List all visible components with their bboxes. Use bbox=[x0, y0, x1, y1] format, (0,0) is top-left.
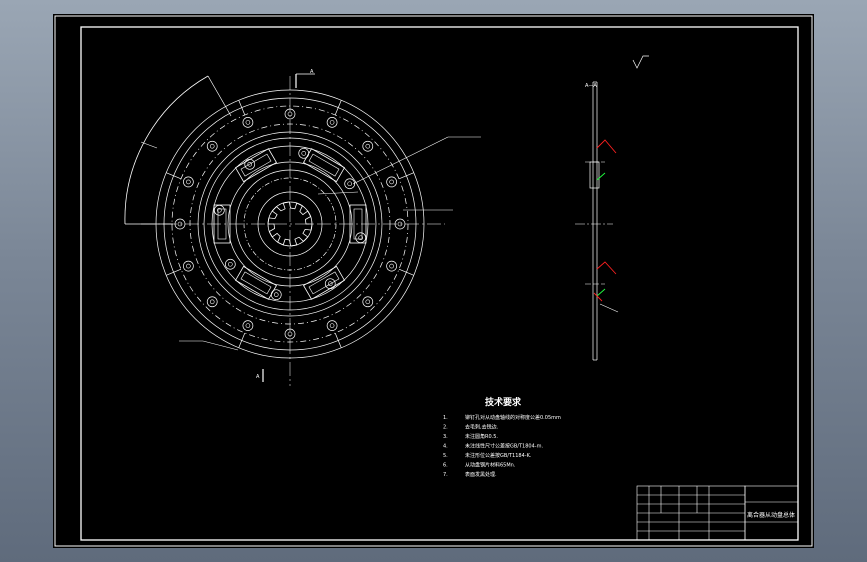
surface-finish-symbol bbox=[632, 55, 649, 69]
rivet-hole bbox=[326, 320, 338, 331]
rivet-hole bbox=[355, 232, 367, 244]
tech-item-number: 1. bbox=[443, 415, 448, 421]
section-view-title: A—A bbox=[585, 83, 597, 89]
rivet-hole-inner bbox=[273, 292, 279, 297]
rivet-hole-inner bbox=[245, 120, 251, 125]
rivet-hole bbox=[183, 176, 194, 188]
rivet-hole-inner bbox=[347, 181, 352, 187]
radial-slot bbox=[398, 172, 414, 180]
tech-requirements-title: 技术要求 bbox=[485, 396, 522, 408]
radial-slot bbox=[398, 268, 414, 276]
rivet-hole-inner bbox=[186, 179, 191, 185]
rivet-hole bbox=[224, 258, 236, 270]
rivet-hole-inner bbox=[209, 143, 215, 149]
rivet-hole bbox=[326, 117, 338, 128]
title-block-left bbox=[636, 485, 746, 541]
radial-slot bbox=[238, 332, 246, 348]
rivet-hole bbox=[386, 176, 397, 188]
rivet-hole bbox=[362, 296, 374, 308]
tech-item-text: 铆钉孔对从动盘轴线的对称度公差0.05mm bbox=[465, 414, 561, 421]
tech-item-text: 表面发黑处理. bbox=[465, 471, 497, 478]
tech-item-text: 去毛刺,去锐边. bbox=[465, 424, 499, 431]
section-marker-label-bottom: A bbox=[256, 374, 260, 380]
rivet-hole-inner bbox=[389, 179, 394, 185]
drawing-canvas: A A A—A 技术要求 1. 铆钉孔对从动盘轴线的对称度公差0.05mm 2. 去毛… bbox=[54, 15, 813, 547]
rivet-hole-inner bbox=[329, 120, 335, 125]
spring-window-inner bbox=[240, 271, 272, 295]
tech-item-text: 未注形位公差按GB/T1184-K. bbox=[465, 452, 532, 459]
spring-window-inner bbox=[240, 153, 272, 177]
rivet-hole bbox=[362, 140, 374, 152]
radial-slot bbox=[238, 100, 246, 116]
radial-slot bbox=[334, 100, 342, 116]
rivet-hole bbox=[206, 140, 218, 152]
section-view bbox=[575, 81, 619, 361]
rivet-hole-inner bbox=[228, 261, 233, 267]
tech-item-number: 7. bbox=[443, 472, 448, 478]
rivet-hole bbox=[183, 260, 194, 272]
rivet-hole bbox=[213, 204, 225, 216]
rivet-hole bbox=[242, 320, 254, 331]
section-marker-label-top: A bbox=[310, 69, 314, 75]
tech-item-text: 未注圆角R0.5. bbox=[465, 433, 498, 440]
tech-item-text: 从动盘钢片材料65Mn. bbox=[465, 462, 516, 469]
tech-item-number: 6. bbox=[443, 463, 448, 469]
rivet-hole-inner bbox=[365, 143, 371, 149]
radial-slot bbox=[166, 172, 182, 180]
drawing-frame bbox=[80, 26, 799, 541]
tech-item-number: 3. bbox=[443, 434, 448, 440]
tech-item-number: 4. bbox=[443, 444, 448, 450]
rivet-hole bbox=[386, 260, 397, 272]
tech-item-number: 2. bbox=[443, 425, 448, 431]
rivet-hole bbox=[242, 117, 254, 128]
title-block-part-name: 离合器从动盘总体 bbox=[747, 511, 795, 519]
front-view-disc bbox=[124, 73, 481, 386]
radial-slot bbox=[334, 332, 342, 348]
rivet-hole-inner bbox=[245, 323, 251, 328]
rivet-hole-inner bbox=[301, 151, 307, 156]
rivet-hole-inner bbox=[209, 299, 215, 305]
rivet-hole-inner bbox=[329, 323, 335, 328]
tech-requirements-list: 1. 铆钉孔对从动盘轴线的对称度公差0.05mm 2. 去毛刺,去锐边. 3. 未注圆角R… bbox=[443, 414, 561, 478]
tech-item-number: 5. bbox=[443, 453, 448, 459]
cad-drawing-viewport[interactable]: A A A—A 技术要求 1. 铆钉孔对从动盘轴线的对称度公差0.05mm 2. 去毛… bbox=[53, 14, 814, 548]
rivet-hole-inner bbox=[186, 263, 191, 269]
rivet-hole-inner bbox=[389, 263, 394, 269]
spring-window-inner bbox=[308, 153, 340, 177]
radial-slot bbox=[166, 268, 182, 276]
tech-item-text: 未注线性尺寸公差按GB/T1804-m. bbox=[465, 443, 543, 450]
rivet-hole bbox=[206, 296, 218, 308]
spring-window-inner bbox=[308, 271, 340, 295]
rivet-hole-inner bbox=[365, 299, 371, 305]
